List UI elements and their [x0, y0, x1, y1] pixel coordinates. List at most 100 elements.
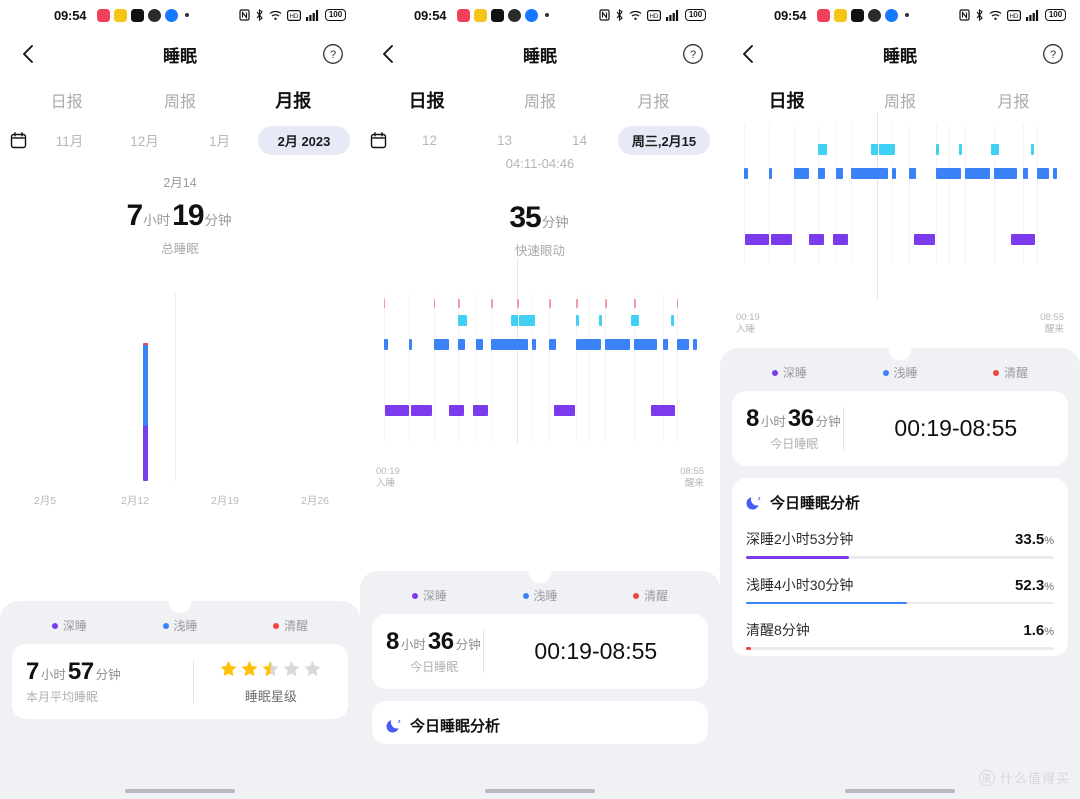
month-option-0[interactable]: 11月: [33, 130, 106, 150]
month-option-selected[interactable]: 2月 2023: [258, 125, 350, 155]
star-3-icon: [262, 660, 279, 676]
sheet-drag-handle[interactable]: [168, 590, 192, 613]
hypnogram-rem-segment: [991, 144, 999, 155]
red-app-icon: [457, 8, 471, 22]
help-icon[interactable]: ?: [1042, 43, 1064, 65]
dark-app-icon: [508, 8, 522, 22]
back-arrow-icon[interactable]: [736, 41, 762, 67]
tab-weekly[interactable]: 周报: [123, 88, 236, 112]
sleep-start-block: 00:19 入睡: [376, 466, 400, 490]
status-app-icons: [97, 8, 190, 22]
tab-weekly[interactable]: 周报: [483, 88, 596, 112]
hypnogram-deep-segment: [553, 405, 575, 416]
sleep-time-axis: 00:19 入睡 08:55 醒来: [360, 466, 720, 490]
day-option-0[interactable]: 12: [393, 133, 466, 148]
hypnogram-light-segment: [676, 339, 690, 350]
day-option-selected[interactable]: 周三,2月15: [618, 125, 710, 155]
monthly-chart-xaxis: 2月5 2月12 2月19 2月26: [0, 493, 360, 508]
svg-text:HD: HD: [290, 13, 299, 19]
back-arrow-icon[interactable]: [376, 41, 402, 67]
help-icon[interactable]: ?: [682, 43, 704, 65]
hours-unit: 小时: [143, 213, 171, 228]
hypnogram-cursor-line[interactable]: [517, 259, 519, 444]
avg-sleep-value: 7 小时57 分钟: [26, 658, 193, 686]
status-bar: 09:54 HD 100: [720, 0, 1080, 30]
calendar-icon[interactable]: [10, 131, 27, 149]
tab-monthly[interactable]: 月报: [957, 88, 1070, 112]
legend-deep-label: 深睡: [782, 366, 807, 380]
day-option-1[interactable]: 13: [468, 133, 541, 148]
legend-deep-label: 深睡: [62, 619, 87, 633]
day-option-2[interactable]: 14: [543, 133, 616, 148]
monthly-bar-chart[interactable]: 2月5 2月12 2月19 2月26: [0, 291, 360, 508]
hypnogram-light-segment: [576, 339, 601, 350]
hypnogram-rem-segment: [458, 315, 468, 326]
help-icon[interactable]: ?: [322, 43, 344, 65]
hypnogram-rem-segment: [576, 315, 580, 326]
hypnogram-light-segment: [936, 168, 961, 179]
report-tabs: 日报 周报 月报: [0, 78, 360, 122]
analysis-awake-track: [746, 647, 1054, 650]
hypnogram-light-segment: [743, 168, 749, 179]
hypnogram-gridline: [948, 124, 950, 264]
today-minutes-unit: 分钟: [455, 638, 481, 652]
hypnogram-rem-segment: [936, 144, 940, 155]
battery-icon: 100: [685, 9, 706, 21]
calendar-icon[interactable]: [370, 131, 387, 149]
status-time: 09:54: [414, 7, 447, 23]
back-arrow-icon[interactable]: [16, 41, 42, 67]
watermark: 值 什么值得买: [978, 768, 1070, 787]
sleep-end-label: 醒来: [684, 477, 704, 489]
nav-bar: 睡眠 ?: [0, 30, 360, 78]
month-option-2[interactable]: 1月: [183, 130, 256, 150]
hypnogram-gridline: [433, 293, 435, 443]
tiktok-app-icon: [851, 8, 865, 22]
wifi-icon: [989, 10, 1002, 20]
hypnogram-gridline: [663, 293, 664, 443]
month-selector: 11月 12月 1月 2月 2023: [0, 122, 360, 158]
awake-color-dot: [273, 622, 280, 629]
hypnogram-gridline: [383, 293, 385, 443]
sleep-end-block: 08:55 醒来: [1040, 312, 1064, 336]
tab-weekly[interactable]: 周报: [843, 88, 956, 112]
sheet-drag-handle[interactable]: [888, 337, 912, 360]
weibo-app-icon: [474, 8, 488, 22]
xtick-0: 2月5: [33, 495, 57, 507]
star-rating: [194, 659, 348, 679]
hypnogram-deep-segment: [448, 405, 465, 416]
avg-minutes: 57: [67, 658, 94, 685]
tab-monthly[interactable]: 月报: [597, 88, 710, 112]
analysis-awake-pct: 1.6%: [1023, 622, 1054, 639]
sleep-analysis-header: z 今日睡眠分析: [746, 492, 1054, 513]
hypnogram-deep-segment: [745, 234, 770, 245]
hypnogram-chart[interactable]: [360, 259, 720, 458]
analysis-awake-pct-value: 1.6: [1023, 622, 1045, 639]
hypnogram-chart[interactable]: [720, 112, 1080, 306]
sleep-start-time: 00:19: [376, 466, 400, 477]
tab-daily[interactable]: 日报: [10, 88, 123, 112]
chart-bar[interactable]: [142, 342, 148, 481]
hypnogram-light-segment: [769, 168, 773, 179]
today-minutes-unit: 分钟: [815, 415, 841, 429]
tab-daily[interactable]: 日报: [370, 87, 483, 113]
total-sleep-stat: 7小时19分钟: [0, 199, 360, 233]
monthly-average-card: 7 小时57 分钟 本月平均睡眠 睡眠星级: [12, 644, 348, 719]
tiktok-app-icon: [491, 8, 505, 22]
analysis-light-pct: 52.3%: [1015, 577, 1054, 594]
home-indicator: [485, 789, 595, 793]
blue-app-icon: [525, 8, 539, 22]
legend-awake: 清醒: [595, 587, 706, 604]
sheet-drag-handle[interactable]: [528, 560, 552, 583]
sleep-analysis-card: z 今日睡眠分析 深睡2小时53分钟 33.5% 浅睡4小时30分钟 52.3%…: [732, 478, 1068, 656]
status-app-icons: [457, 8, 550, 22]
hypnogram-cursor-line[interactable]: [877, 112, 879, 300]
signal-icon: [1026, 9, 1039, 21]
hypnogram-light-segment: [793, 168, 809, 179]
tab-daily[interactable]: 日报: [730, 87, 843, 113]
tab-monthly[interactable]: 月报: [237, 87, 350, 113]
month-option-1[interactable]: 12月: [108, 130, 181, 150]
hypnogram-awake-tick: [383, 299, 386, 308]
status-system-icons: HD 100: [599, 9, 706, 21]
sleep-rating-block: 睡眠星级: [194, 659, 348, 705]
avg-minutes-unit: 分钟: [95, 668, 121, 682]
